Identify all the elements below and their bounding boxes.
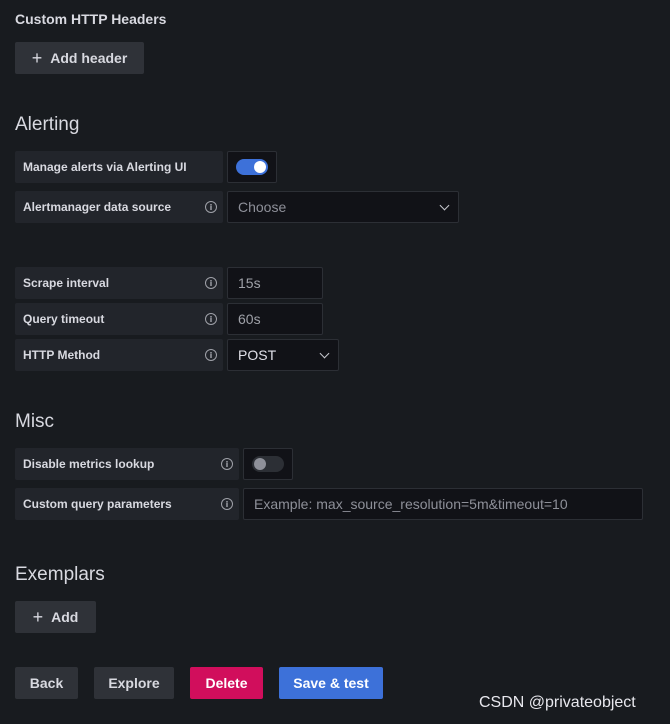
add-header-label: Add header	[50, 50, 128, 66]
delete-button[interactable]: Delete	[190, 667, 263, 699]
chevron-down-icon	[319, 348, 330, 358]
back-button[interactable]: Back	[15, 667, 78, 699]
http-method-select[interactable]: POST	[227, 339, 339, 371]
manage-alerts-label-text: Manage alerts via Alerting UI	[23, 160, 187, 174]
scrape-interval-placeholder: 15s	[238, 275, 261, 291]
alertmanager-label-text: Alertmanager data source	[23, 200, 172, 214]
info-icon[interactable]: i	[205, 277, 217, 289]
explore-button[interactable]: Explore	[94, 667, 174, 699]
info-icon[interactable]: i	[221, 458, 233, 470]
save-test-button[interactable]: Save & test	[279, 667, 383, 699]
query-timeout-label: Query timeout i	[15, 303, 223, 335]
query-timeout-placeholder: 60s	[238, 311, 261, 327]
scrape-interval-input[interactable]: 15s	[227, 267, 323, 299]
manage-alerts-label: Manage alerts via Alerting UI	[15, 151, 223, 183]
http-method-label-text: HTTP Method	[23, 348, 101, 362]
plus-icon: +	[31, 48, 43, 68]
query-timeout-input[interactable]: 60s	[227, 303, 323, 335]
manage-alerts-switch-box	[227, 151, 277, 183]
disable-metrics-label-text: Disable metrics lookup	[23, 457, 155, 471]
info-icon[interactable]: i	[205, 313, 217, 325]
alertmanager-select[interactable]: Choose	[227, 191, 459, 223]
info-icon[interactable]: i	[221, 498, 233, 510]
alertmanager-label: Alertmanager data source i	[15, 191, 223, 223]
manage-alerts-toggle[interactable]	[236, 159, 268, 175]
scrape-interval-label-text: Scrape interval	[23, 276, 110, 290]
watermark: CSDN @privateobject	[479, 694, 636, 711]
add-exemplar-label: Add	[51, 609, 79, 625]
plus-icon: +	[32, 607, 44, 627]
alertmanager-placeholder: Choose	[238, 199, 287, 215]
custom-headers-title: Custom HTTP Headers	[15, 11, 167, 27]
info-icon[interactable]: i	[205, 201, 217, 213]
toggle-knob	[254, 161, 266, 173]
custom-params-placeholder: Example: max_source_resolution=5m&timeou…	[254, 496, 568, 512]
exemplars-title: Exemplars	[15, 564, 105, 585]
chevron-down-icon	[439, 200, 450, 210]
misc-title: Misc	[15, 411, 55, 432]
custom-params-input[interactable]: Example: max_source_resolution=5m&timeou…	[243, 488, 643, 520]
toggle-knob	[254, 458, 266, 470]
disable-metrics-toggle[interactable]	[252, 456, 284, 472]
add-header-button[interactable]: + Add header	[15, 42, 144, 74]
query-timeout-label-text: Query timeout	[23, 312, 105, 326]
http-method-value: POST	[238, 347, 277, 363]
disable-metrics-switch-box	[243, 448, 293, 480]
disable-metrics-label: Disable metrics lookup i	[15, 448, 239, 480]
info-icon[interactable]: i	[205, 349, 217, 361]
http-method-label: HTTP Method i	[15, 339, 223, 371]
add-exemplar-button[interactable]: + Add	[15, 601, 96, 633]
alerting-title: Alerting	[15, 114, 80, 135]
custom-params-label-text: Custom query parameters	[23, 497, 172, 511]
custom-params-label: Custom query parameters i	[15, 488, 239, 520]
scrape-interval-label: Scrape interval i	[15, 267, 223, 299]
